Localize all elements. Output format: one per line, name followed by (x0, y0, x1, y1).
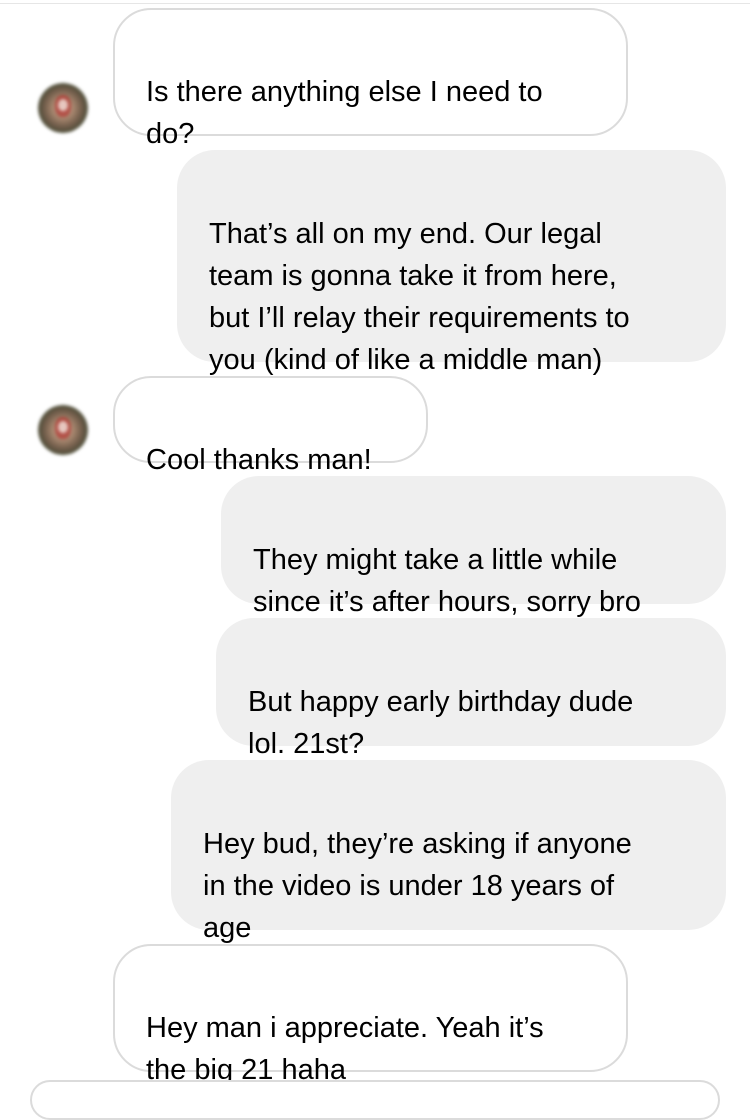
message-text: Cool thanks man! (146, 444, 372, 476)
outgoing-message-bubble[interactable]: But happy early birthday dude lol. 21st? (216, 618, 726, 760)
sender-avatar[interactable] (38, 405, 88, 455)
message-text: But happy early birthday dude lol. 21st? (248, 686, 634, 760)
top-divider (0, 3, 750, 4)
outgoing-message-bubble[interactable]: They might take a little while since it’… (221, 476, 726, 618)
next-message-bubble-partial (30, 1080, 720, 1120)
message-text: Hey bud, they’re asking if anyone in the… (203, 828, 632, 944)
sender-avatar[interactable] (38, 83, 88, 133)
message-text: Hey man i appreciate. Yeah it’s the big … (146, 1012, 544, 1086)
message-text: That’s all on my end. Our legal team is … (209, 218, 630, 376)
outgoing-message-bubble[interactable]: Hey bud, they’re asking if anyone in the… (171, 760, 726, 944)
incoming-message-bubble[interactable]: Is there anything else I need to do? (113, 8, 628, 150)
message-text: They might take a little while since it’… (253, 544, 641, 618)
outgoing-message-bubble[interactable]: That’s all on my end. Our legal team is … (177, 150, 726, 376)
message-text: Is there anything else I need to do? (146, 76, 543, 150)
incoming-message-bubble[interactable]: Cool thanks man! (113, 376, 428, 476)
incoming-message-bubble[interactable]: Hey man i appreciate. Yeah it’s the big … (113, 944, 628, 1086)
